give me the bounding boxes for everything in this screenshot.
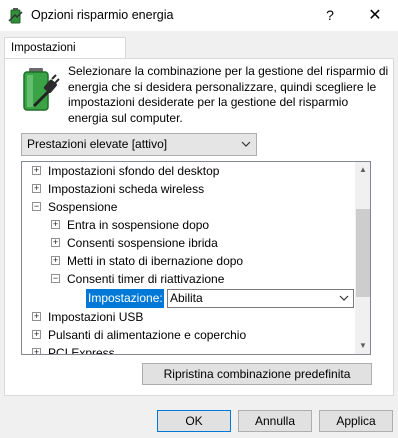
- title-bar: Opzioni risparmio energia ? ✕: [0, 0, 398, 31]
- collapse-icon[interactable]: −: [51, 274, 60, 283]
- tree-item[interactable]: + Entra in sospensione dopo: [22, 216, 355, 234]
- tree-item[interactable]: + Impostazioni scheda wireless: [22, 180, 355, 198]
- expand-icon[interactable]: +: [51, 220, 60, 229]
- power-scheme-dropdown[interactable]: Prestazioni elevate [attivo]: [21, 133, 257, 156]
- expand-icon[interactable]: +: [32, 348, 41, 354]
- power-scheme-value: Prestazioni elevate [attivo]: [27, 137, 168, 151]
- tree-item[interactable]: + Impostazioni USB: [22, 308, 355, 326]
- chevron-down-icon: [241, 134, 251, 163]
- cancel-button[interactable]: Annulla: [238, 410, 312, 432]
- tree-item-label: Metti in stato di ibernazione dopo: [67, 254, 244, 268]
- tree-item-label: Impostazioni USB: [48, 310, 144, 324]
- tree-item-label: Impostazioni sfondo del desktop: [48, 164, 220, 178]
- expand-icon[interactable]: +: [32, 166, 41, 175]
- close-button[interactable]: ✕: [352, 0, 398, 31]
- settings-tree[interactable]: + Impostazioni sfondo del desktop + Impo…: [21, 161, 371, 355]
- window-title: Opzioni risparmio energia: [31, 8, 174, 22]
- scrollbar-thumb[interactable]: [356, 209, 370, 297]
- tree-item[interactable]: + Consenti sospensione ibrida: [22, 234, 355, 252]
- tree-item-label: Sospensione: [48, 200, 118, 214]
- scroll-down-arrow-icon[interactable]: ▼: [355, 338, 370, 354]
- tree-item-label: Consenti timer di riattivazione: [67, 272, 225, 286]
- vertical-scrollbar[interactable]: ▲ ▼: [355, 162, 370, 354]
- help-button[interactable]: ?: [307, 0, 353, 31]
- expand-icon[interactable]: +: [32, 184, 41, 193]
- description-text: Selezionare la combinazione per la gesti…: [68, 64, 389, 125]
- setting-value-dropdown[interactable]: Abilita: [167, 289, 354, 308]
- power-options-icon: [8, 8, 23, 24]
- tree-item[interactable]: + PCI Express: [22, 344, 355, 355]
- tree-item-label: PCI Express: [48, 346, 115, 355]
- tree-item-label: Impostazioni scheda wireless: [48, 182, 205, 196]
- tree-item-label: Pulsanti di alimentazione e coperchio: [48, 328, 247, 342]
- tree-item[interactable]: + Impostazioni sfondo del desktop: [22, 162, 355, 180]
- tab-strip: Impostazioni avanzate: [0, 31, 398, 74]
- tree-item[interactable]: + Metti in stato di ibernazione dopo: [22, 252, 355, 270]
- setting-label: Impostazione:: [86, 289, 164, 308]
- tree-item-label: Consenti sospensione ibrida: [67, 236, 218, 250]
- ok-button[interactable]: OK: [157, 410, 231, 432]
- expand-icon[interactable]: +: [32, 330, 41, 339]
- apply-button[interactable]: Applica: [319, 410, 393, 432]
- setting-value: Abilita: [170, 291, 203, 305]
- tree-item-label: Entra in sospensione dopo: [67, 218, 210, 232]
- scroll-up-arrow-icon[interactable]: ▲: [355, 162, 370, 178]
- battery-icon: [23, 68, 60, 111]
- expand-icon[interactable]: +: [51, 238, 60, 247]
- expand-icon[interactable]: +: [32, 312, 41, 321]
- tab-advanced-settings[interactable]: Impostazioni avanzate: [4, 37, 126, 74]
- collapse-icon[interactable]: −: [32, 202, 41, 211]
- restore-defaults-button[interactable]: Ripristina combinazione predefinita: [142, 363, 372, 385]
- tree-item[interactable]: − Consenti timer di riattivazione: [22, 270, 355, 288]
- tree-item[interactable]: − Sospensione: [22, 198, 355, 216]
- expand-icon[interactable]: +: [51, 256, 60, 265]
- tree-item[interactable]: + Pulsanti di alimentazione e coperchio: [22, 326, 355, 344]
- setting-row: Impostazione: Abilita: [86, 289, 361, 308]
